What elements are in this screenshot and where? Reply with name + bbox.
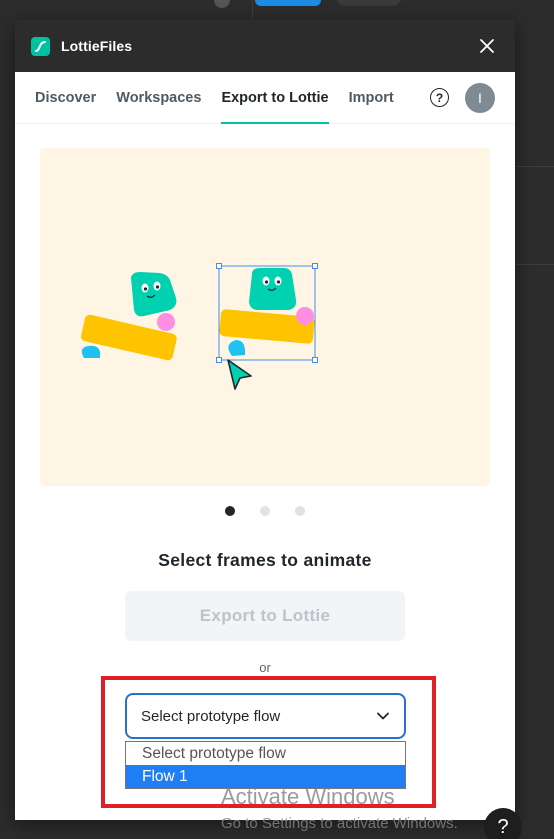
carousel-dot[interactable] — [295, 506, 305, 516]
activate-windows-subtitle: Go to Settings to activate Windows. — [221, 815, 458, 832]
export-illustration — [40, 148, 490, 486]
lottiefiles-logo-icon — [31, 36, 50, 56]
background-divider — [516, 166, 554, 167]
blue-shape — [228, 340, 246, 356]
tab-export-to-lottie[interactable]: Export to Lottie — [221, 72, 329, 124]
character-right — [216, 263, 318, 390]
pink-ball — [296, 307, 314, 325]
export-to-lottie-button[interactable]: Export to Lottie — [125, 591, 405, 641]
page-heading: Select frames to animate — [158, 550, 372, 570]
window-title: LottieFiles — [61, 38, 133, 54]
teal-block — [249, 268, 297, 310]
prototype-flow-select[interactable]: Select prototype flow — [125, 693, 406, 739]
carousel-dot[interactable] — [260, 506, 270, 516]
activate-windows-title: Activate Windows — [221, 784, 395, 809]
help-button[interactable]: ? — [484, 808, 522, 839]
lottiefiles-plugin-window: LottieFiles Discover Workspaces Export t… — [15, 20, 515, 820]
tab-bar: Discover Workspaces Export to Lottie Imp… — [15, 72, 515, 124]
cursor-arrow-icon — [227, 359, 252, 390]
tab-import[interactable]: Import — [349, 72, 394, 124]
background-share-button — [255, 0, 321, 6]
pink-ball — [157, 313, 175, 331]
prototype-flow-options: Select prototype flow Flow 1 — [125, 741, 406, 789]
avatar[interactable]: I — [465, 82, 495, 113]
background-toolbar-icon — [214, 0, 230, 8]
close-button[interactable] — [475, 34, 499, 58]
chevron-down-icon — [377, 712, 389, 720]
tab-workspaces[interactable]: Workspaces — [116, 72, 201, 124]
blue-shape — [81, 345, 101, 358]
background-toolbar-button — [336, 0, 402, 6]
select-value: Select prototype flow — [141, 707, 281, 725]
character-left — [81, 272, 177, 361]
plugin-titlebar: LottieFiles — [15, 20, 515, 72]
tab-discover[interactable]: Discover — [35, 72, 96, 124]
help-circle-icon[interactable]: ? — [430, 88, 449, 107]
close-icon — [480, 39, 494, 53]
carousel-dots — [15, 506, 515, 516]
carousel-dot[interactable] — [225, 506, 235, 516]
teal-block — [131, 272, 177, 317]
or-divider-text: or — [259, 660, 271, 675]
option-select-prototype-flow[interactable]: Select prototype flow — [126, 742, 405, 765]
background-divider — [516, 264, 554, 265]
